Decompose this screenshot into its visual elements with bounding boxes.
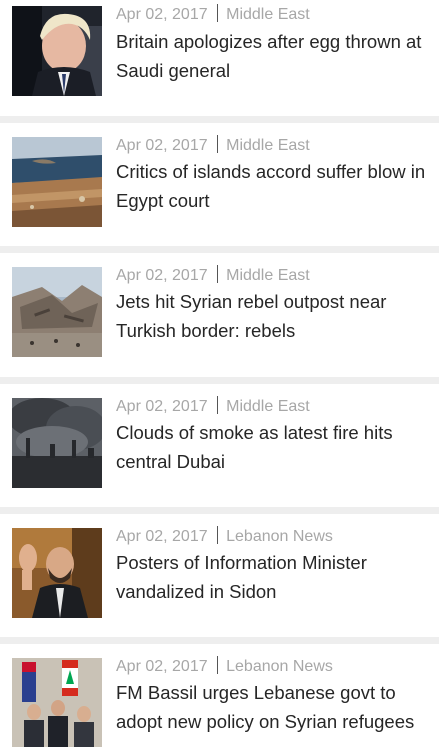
article-date: Apr 02, 2017 (116, 6, 208, 23)
article-divider (0, 116, 439, 123)
article-date: Apr 02, 2017 (116, 267, 208, 284)
article-date: Apr 02, 2017 (116, 137, 208, 154)
news-feed: Apr 02, 2017 Middle East Britain apologiz… (0, 0, 439, 747)
article-thumbnail[interactable] (12, 658, 102, 747)
meta-divider (216, 135, 219, 153)
article-item[interactable]: Apr 02, 2017 Middle East Critics of islan… (0, 123, 439, 246)
meta-divider (216, 656, 219, 674)
article-thumbnail[interactable] (12, 137, 102, 227)
article-thumbnail[interactable] (12, 6, 102, 96)
coastline-image (12, 137, 102, 227)
article-category[interactable]: Middle East (226, 137, 310, 154)
article-meta: Apr 02, 2017 Lebanon News (116, 656, 333, 677)
officials-image (12, 658, 102, 747)
article-title[interactable]: Clouds of smoke as latest fire hits cent… (116, 418, 434, 476)
article-item[interactable]: Apr 02, 2017 Lebanon News Posters of Info… (0, 514, 439, 637)
portrait-image (12, 6, 102, 96)
article-title[interactable]: Britain apologizes after egg thrown at S… (116, 27, 434, 85)
article-title[interactable]: Critics of islands accord suffer blow in… (116, 157, 434, 215)
article-divider (0, 637, 439, 644)
smoke-image (12, 398, 102, 488)
article-title[interactable]: Posters of Information Minister vandaliz… (116, 548, 434, 606)
article-date: Apr 02, 2017 (116, 528, 208, 545)
article-divider (0, 246, 439, 253)
article-category[interactable]: Middle East (226, 6, 310, 23)
article-meta: Apr 02, 2017 Middle East (116, 265, 310, 286)
article-category[interactable]: Lebanon News (226, 658, 333, 675)
article-item[interactable]: Apr 02, 2017 Middle East Jets hit Syrian … (0, 253, 439, 376)
article-date: Apr 02, 2017 (116, 398, 208, 415)
article-divider (0, 377, 439, 384)
meta-divider (216, 265, 219, 283)
article-thumbnail[interactable] (12, 528, 102, 618)
article-thumbnail[interactable] (12, 267, 102, 357)
meta-divider (216, 526, 219, 544)
article-divider (0, 507, 439, 514)
article-title[interactable]: FM Bassil urges Lebanese govt to adopt n… (116, 678, 434, 736)
article-category[interactable]: Middle East (226, 398, 310, 415)
meta-divider (216, 396, 219, 414)
article-thumbnail[interactable] (12, 398, 102, 488)
article-item[interactable]: Apr 02, 2017 Middle East Clouds of smoke … (0, 384, 439, 507)
article-item[interactable]: Apr 02, 2017 Middle East Britain apologiz… (0, 0, 439, 123)
article-category[interactable]: Lebanon News (226, 528, 333, 545)
rubble-image (12, 267, 102, 357)
article-title[interactable]: Jets hit Syrian rebel outpost near Turki… (116, 287, 434, 345)
article-date: Apr 02, 2017 (116, 658, 208, 675)
article-meta: Apr 02, 2017 Middle East (116, 135, 310, 156)
article-category[interactable]: Middle East (226, 267, 310, 284)
article-meta: Apr 02, 2017 Lebanon News (116, 526, 333, 547)
man-waving-image (12, 528, 102, 618)
article-item[interactable]: Apr 02, 2017 Lebanon News FM Bassil urges… (0, 644, 439, 747)
article-meta: Apr 02, 2017 Middle East (116, 4, 310, 25)
article-meta: Apr 02, 2017 Middle East (116, 396, 310, 417)
meta-divider (216, 4, 219, 22)
